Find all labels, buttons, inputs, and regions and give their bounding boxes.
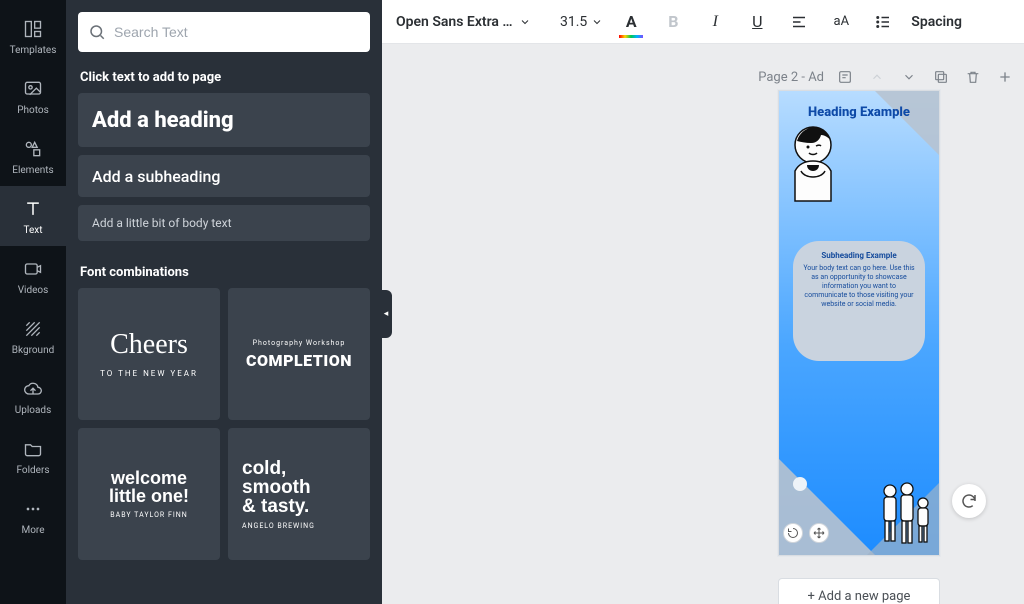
font-size-value: 31.5 xyxy=(560,14,587,30)
text-panel: Click text to add to page Add a heading … xyxy=(66,0,382,604)
templates-icon xyxy=(21,17,45,41)
page-prev-button[interactable] xyxy=(866,66,888,88)
rail-folders-label: Folders xyxy=(16,465,49,476)
family-illustration[interactable] xyxy=(879,477,935,549)
add-body-button[interactable]: Add a little bit of body text xyxy=(78,205,370,241)
rail-more[interactable]: More xyxy=(0,486,66,546)
font-combo-cheers[interactable]: Cheers TO THE NEW YEAR xyxy=(78,288,220,420)
rail-uploads[interactable]: Uploads xyxy=(0,366,66,426)
bkground-icon xyxy=(21,317,45,341)
click-to-add-label: Click text to add to page xyxy=(80,70,368,85)
page-label: Page 2 - Ad xyxy=(758,70,824,85)
canvas-zone[interactable]: Page 2 - Ad Heading Example xyxy=(382,44,1024,604)
rail-videos[interactable]: Videos xyxy=(0,246,66,306)
spacing-button[interactable]: Spacing xyxy=(911,14,962,30)
folders-icon xyxy=(21,437,45,461)
combo-line: COMPLETION xyxy=(246,351,352,370)
combo-line: little one! xyxy=(109,486,189,506)
add-subheading-label: Add a subheading xyxy=(92,167,221,186)
italic-button[interactable]: I xyxy=(701,8,729,36)
alignment-button[interactable] xyxy=(785,8,813,36)
move-handle[interactable] xyxy=(809,523,829,543)
videos-icon xyxy=(21,257,45,281)
elements-icon xyxy=(21,137,45,161)
font-family-picker[interactable]: Open Sans Extra … xyxy=(396,14,546,30)
rail-more-label: More xyxy=(21,525,44,536)
underline-button[interactable]: U xyxy=(743,8,771,36)
combo-line: Photography Workshop xyxy=(253,339,346,347)
page-duplicate-button[interactable] xyxy=(930,66,952,88)
rail-bkground-label: Bkground xyxy=(12,345,55,356)
text-color-button[interactable]: A xyxy=(617,8,645,36)
add-heading-label: Add a heading xyxy=(92,108,234,133)
font-combo-tasty[interactable]: cold,smooth& tasty. ANGELO BREWING xyxy=(228,428,370,560)
rotate-handle[interactable] xyxy=(783,523,803,543)
page-add-button[interactable] xyxy=(994,66,1016,88)
rail-videos-label: Videos xyxy=(18,285,49,296)
font-combo-grid: Cheers TO THE NEW YEAR Photography Works… xyxy=(78,288,370,560)
bold-button[interactable]: B xyxy=(659,8,687,36)
page-next-button[interactable] xyxy=(898,66,920,88)
design-page[interactable]: Heading Example Subheading Example Your … xyxy=(778,90,940,556)
page-delete-button[interactable] xyxy=(962,66,984,88)
chevron-down-icon xyxy=(591,16,603,28)
search-icon xyxy=(88,23,106,41)
font-size-picker[interactable]: 31.5 xyxy=(560,14,603,30)
combo-line: welcome xyxy=(111,468,187,488)
person-illustration[interactable] xyxy=(783,121,843,211)
tree-illustration[interactable] xyxy=(793,477,807,491)
rail-elements-label: Elements xyxy=(12,165,53,176)
page-toolbar: Page 2 - Ad xyxy=(382,66,1024,88)
list-button[interactable] xyxy=(869,8,897,36)
font-family-label: Open Sans Extra … xyxy=(396,14,513,30)
canvas-subheading-text[interactable]: Subheading Example xyxy=(801,251,917,260)
font-combos-label: Font combinations xyxy=(80,265,368,280)
add-subheading-button[interactable]: Add a subheading xyxy=(78,155,370,197)
rail-uploads-label: Uploads xyxy=(15,405,51,416)
rail-text-label: Text xyxy=(23,225,42,236)
combo-line: TO THE NEW YEAR xyxy=(100,369,198,378)
font-combo-welcome[interactable]: welcomelittle one! BABY TAYLOR FINN xyxy=(78,428,220,560)
uppercase-button[interactable]: aA xyxy=(827,8,855,36)
combo-line: ANGELO BREWING xyxy=(242,522,315,530)
callout-shape[interactable]: Subheading Example Your body text can go… xyxy=(793,241,925,361)
font-combo-completion[interactable]: Photography Workshop COMPLETION xyxy=(228,288,370,420)
rail-elements[interactable]: Elements xyxy=(0,126,66,186)
canvas-body-text[interactable]: Your body text can go here. Use this as … xyxy=(801,264,917,309)
rail-text[interactable]: Text xyxy=(0,186,66,246)
more-icon xyxy=(21,497,45,521)
combo-line: cold, xyxy=(242,458,286,479)
triangle-shape[interactable] xyxy=(875,91,939,155)
combo-line: Cheers xyxy=(110,331,188,359)
rail-photos-label: Photos xyxy=(17,105,49,116)
rail-templates-label: Templates xyxy=(10,45,57,56)
rail-photos[interactable]: Photos xyxy=(0,66,66,126)
add-heading-button[interactable]: Add a heading xyxy=(78,93,370,147)
add-page-label: + Add a new page xyxy=(808,589,911,604)
text-icon xyxy=(21,197,45,221)
context-toolbar: Open Sans Extra … 31.5 A B I U aA Spacin… xyxy=(382,0,1024,44)
search-box[interactable] xyxy=(78,12,370,52)
rail-folders[interactable]: Folders xyxy=(0,426,66,486)
rail-templates[interactable]: Templates xyxy=(0,6,66,66)
add-body-label: Add a little bit of body text xyxy=(92,216,232,230)
photos-icon xyxy=(21,77,45,101)
color-bar-icon xyxy=(619,35,643,38)
uploads-icon xyxy=(21,377,45,401)
add-page-button[interactable]: + Add a new page xyxy=(778,578,940,604)
resync-button[interactable] xyxy=(952,484,986,518)
main-area: Open Sans Extra … 31.5 A B I U aA Spacin… xyxy=(382,0,1024,604)
chevron-down-icon xyxy=(519,16,531,28)
combo-line: & tasty. xyxy=(242,496,309,517)
search-input[interactable] xyxy=(114,24,360,40)
tool-rail: Templates Photos Elements Text Videos Bk… xyxy=(0,0,66,604)
rail-bkground[interactable]: Bkground xyxy=(0,306,66,366)
combo-line: BABY TAYLOR FINN xyxy=(110,511,187,519)
canvas-heading-text[interactable]: Heading Example xyxy=(779,105,939,120)
combo-line: smooth xyxy=(242,477,311,498)
page-notes-button[interactable] xyxy=(834,66,856,88)
